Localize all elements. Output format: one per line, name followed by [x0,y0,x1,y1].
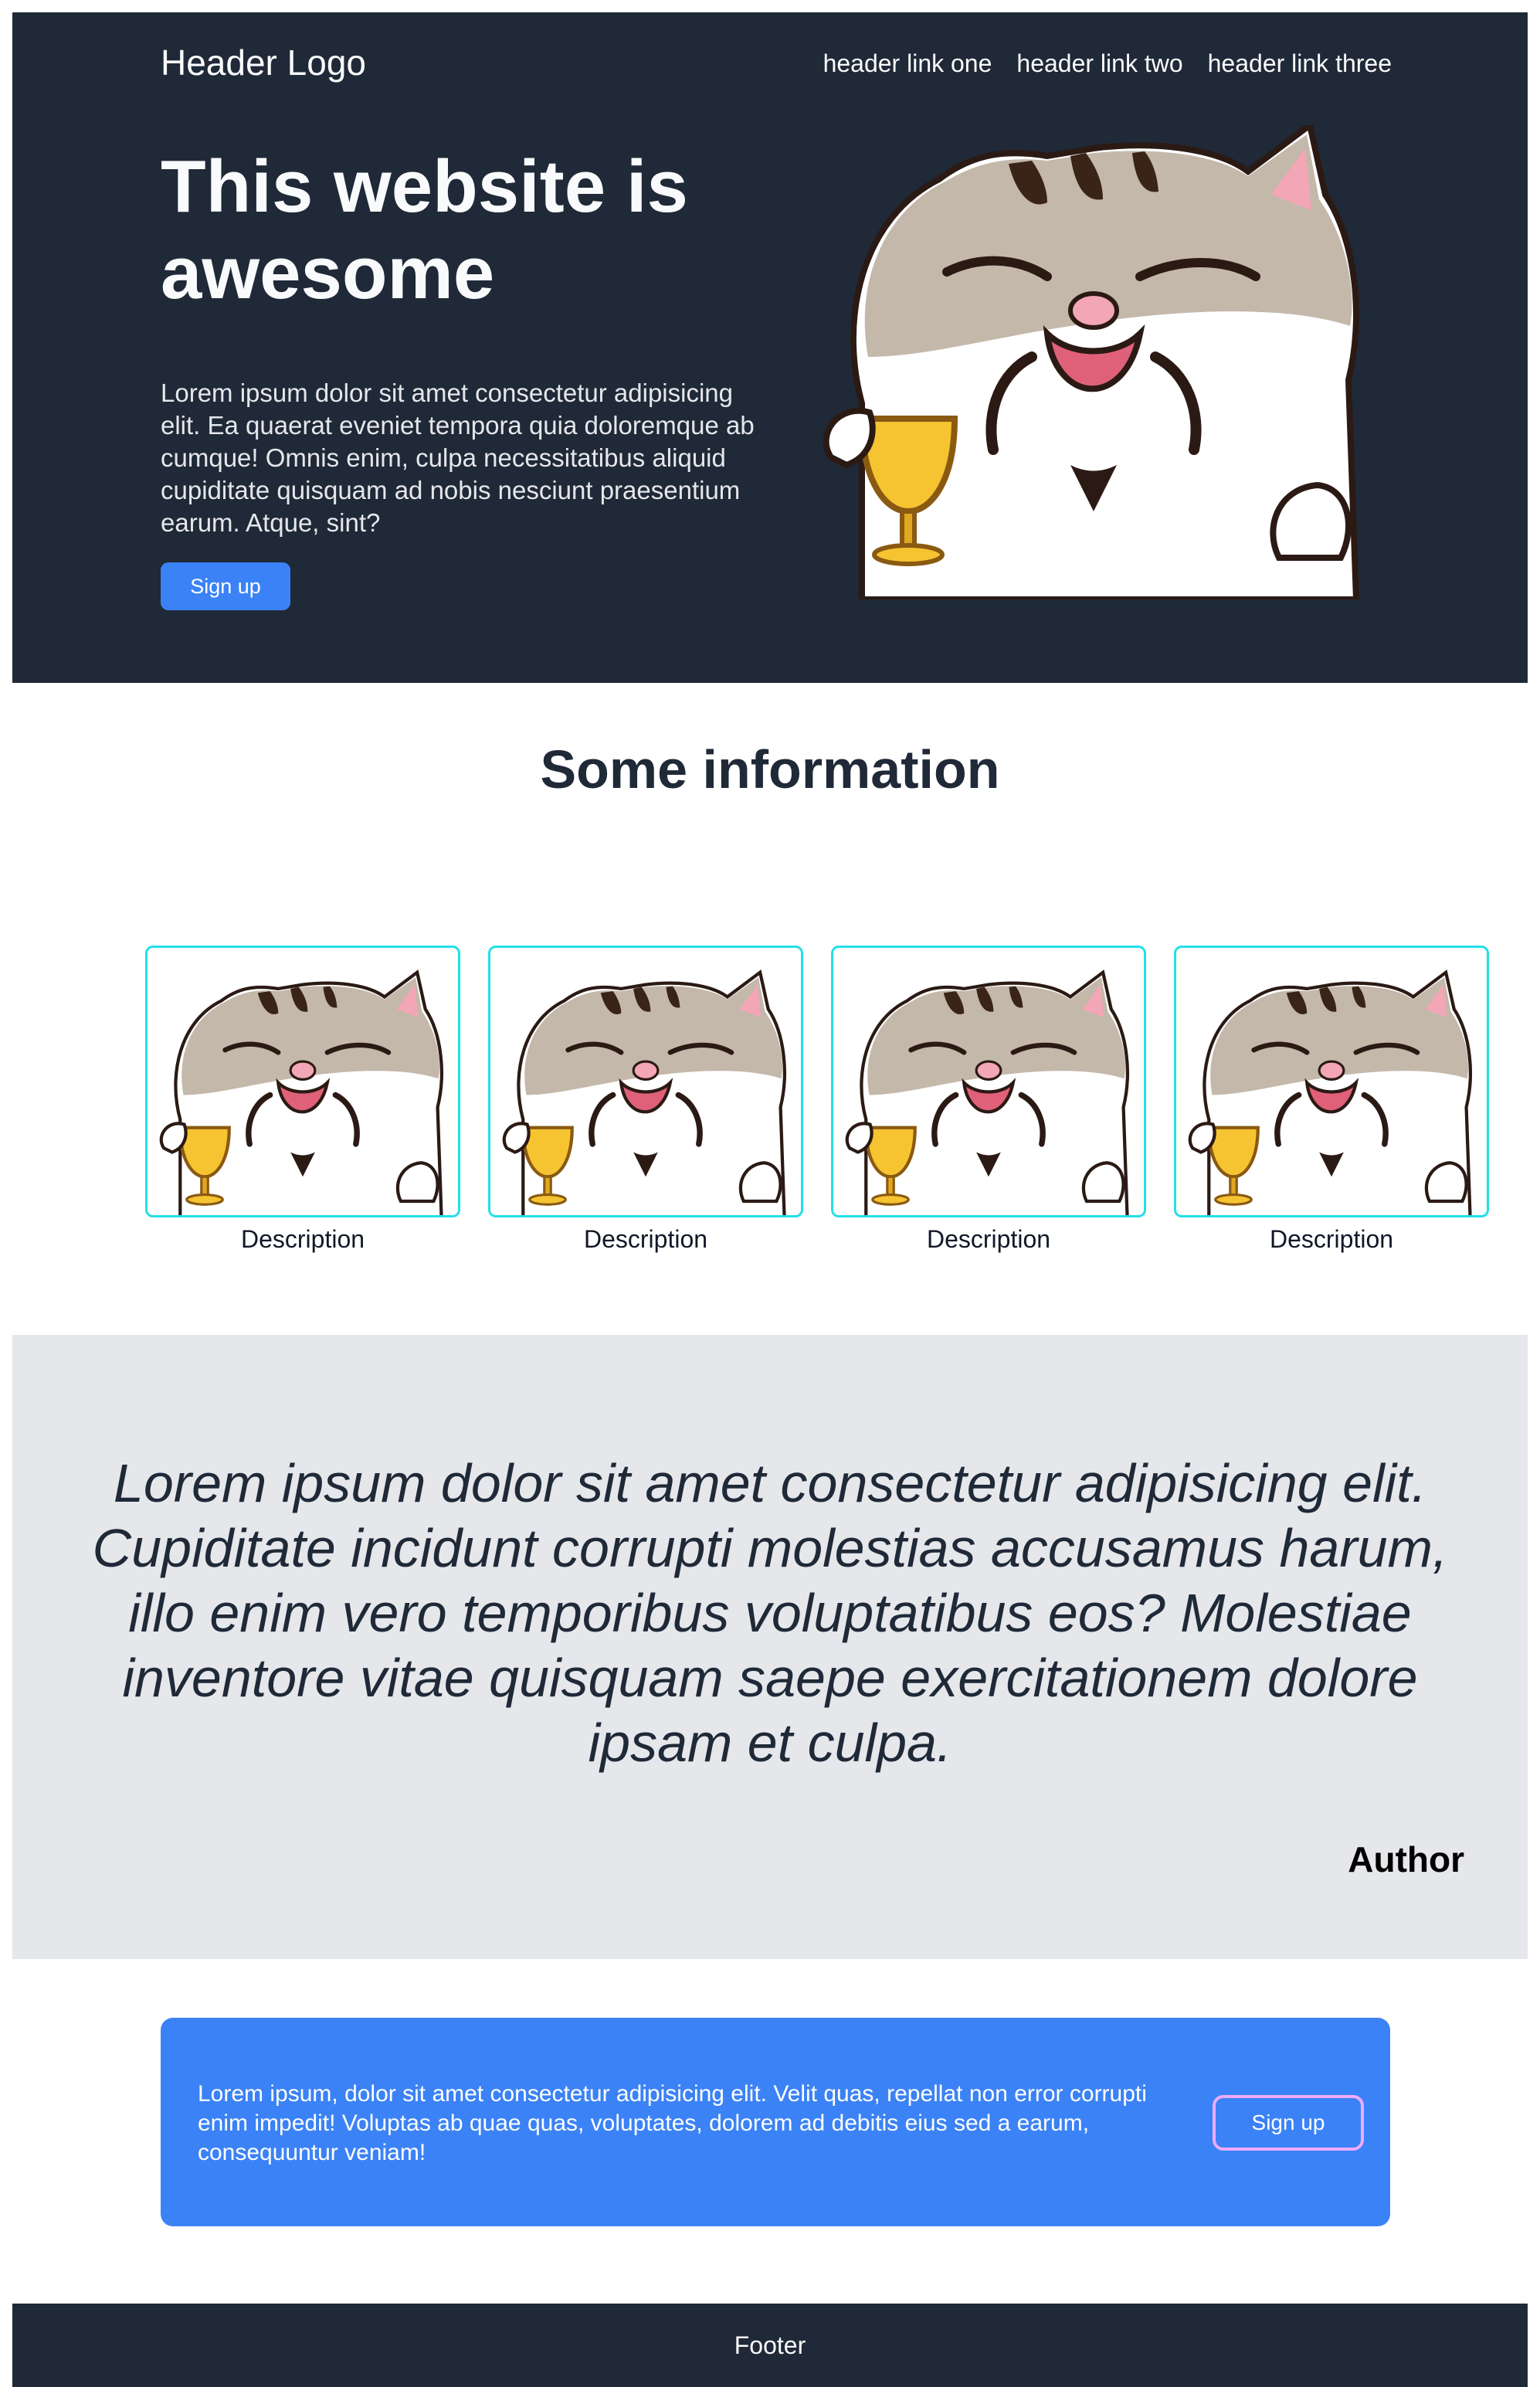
quote-section: Lorem ipsum dolor sit amet consectetur a… [12,1335,1528,1959]
cat-sticker-image [1176,948,1487,1215]
info-card: Description [145,946,460,1254]
info-card: Description [488,946,803,1254]
cat-sticker-image [833,948,1144,1215]
info-card: Description [831,946,1146,1254]
hero-section: Header Logo header link one header link … [12,12,1528,683]
card-image-frame [831,946,1146,1217]
hero-signup-button[interactable]: Sign up [161,562,290,610]
header-nav: header link one header link two header l… [823,49,1392,78]
info-title: Some information [540,739,1000,800]
hero-text: Lorem ipsum dolor sit amet consectetur a… [161,379,755,537]
footer-text: Footer [734,2331,806,2359]
quote-text: Lorem ipsum dolor sit amet consectetur a… [92,1453,1448,1773]
call-to-action: Lorem ipsum, dolor sit amet consectetur … [161,2018,1390,2226]
card-description: Description [240,1225,365,1253]
header-link-two[interactable]: header link two [1016,49,1182,78]
footer: Footer [12,2304,1528,2387]
cat-sticker-image [490,948,801,1215]
card-description: Description [926,1225,1051,1253]
cat-sticker-image [148,948,458,1215]
info-card: Description [1174,946,1489,1254]
cat-sticker-image [816,125,1372,599]
header-link-three[interactable]: header link three [1208,49,1392,78]
info-cards: Description Description Description Desc… [145,946,1489,1278]
card-image-frame [488,946,803,1217]
card-description: Description [583,1225,708,1253]
card-description: Description [1269,1225,1394,1253]
header-logo[interactable]: Header Logo [161,42,366,83]
card-image-frame [145,946,460,1217]
card-image-frame [1174,946,1489,1217]
cta-text: Lorem ipsum, dolor sit amet consectetur … [198,2081,1147,2165]
hero-title: This website is awesome [161,145,688,314]
quote-author: Author [1348,1839,1464,1879]
header-link-one[interactable]: header link one [823,49,992,78]
page: Header Logo header link one header link … [12,12,1528,2387]
cta-signup-button[interactable]: Sign up [1213,2095,1364,2151]
